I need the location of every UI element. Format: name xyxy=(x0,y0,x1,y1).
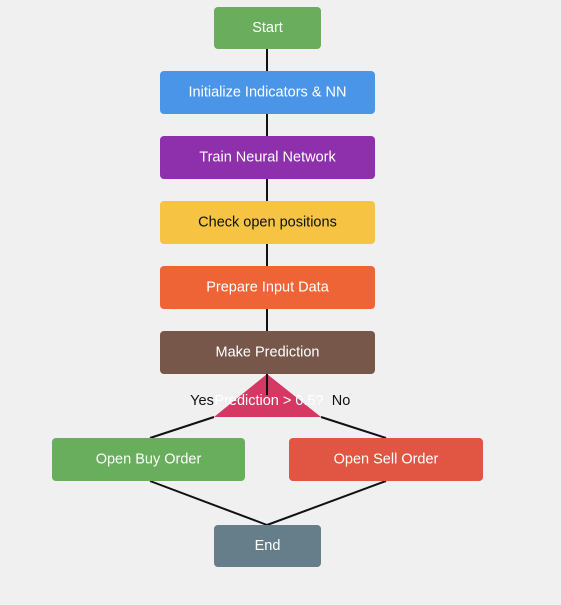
node-init-label: Initialize Indicators & NN xyxy=(189,85,347,101)
node-sell-label: Open Sell Order xyxy=(334,452,439,468)
node-predict: Make Prediction xyxy=(160,331,375,374)
node-end-label: End xyxy=(255,538,281,554)
node-train-label: Train Neural Network xyxy=(199,150,336,166)
yes-label: Yes xyxy=(190,393,214,409)
node-start-label: Start xyxy=(252,20,283,36)
node-check: Check open positions xyxy=(160,201,375,244)
node-predict-label: Make Prediction xyxy=(216,345,320,361)
node-prepare: Prepare Input Data xyxy=(160,266,375,309)
node-buy-label: Open Buy Order xyxy=(96,452,202,468)
node-prepare-label: Prepare Input Data xyxy=(206,280,329,296)
node-init: Initialize Indicators & NN xyxy=(160,71,375,114)
node-sell: Open Sell Order xyxy=(289,438,483,481)
edge-buy-end xyxy=(149,480,268,526)
node-check-label: Check open positions xyxy=(198,215,337,231)
flowchart: Start Initialize Indicators & NN Train N… xyxy=(52,7,483,567)
edge-decision-buy xyxy=(149,416,215,439)
node-end: End xyxy=(214,525,321,567)
node-decision-label: Prediction > 0.5? xyxy=(214,393,323,409)
edge-sell-end xyxy=(266,480,387,526)
node-decision: Yes No Prediction > 0.5? xyxy=(149,374,387,439)
node-start: Start xyxy=(214,7,321,49)
edge-decision-sell xyxy=(320,416,387,439)
no-label: No xyxy=(332,393,351,409)
node-buy: Open Buy Order xyxy=(52,438,245,481)
node-train: Train Neural Network xyxy=(160,136,375,179)
